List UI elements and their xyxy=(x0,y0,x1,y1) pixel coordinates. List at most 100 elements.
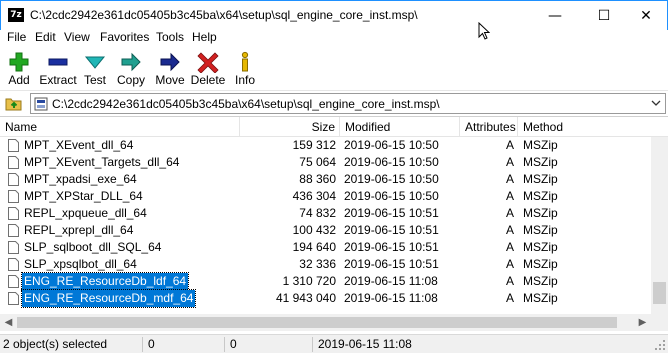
file-modified: 2019-06-15 10:50 xyxy=(344,172,439,186)
address-bar: C:\2cdc2942e361dc05405b3c45ba\x64\setup\… xyxy=(0,92,668,115)
vertical-scrollbar[interactable] xyxy=(651,137,668,314)
file-attributes: A xyxy=(505,291,514,305)
file-name: MPT_XEvent_dll_64 xyxy=(24,138,134,152)
column-method[interactable]: Method xyxy=(518,117,651,137)
file-icon xyxy=(8,139,19,152)
close-button[interactable]: ✕ xyxy=(623,1,668,31)
file-method: MSZip xyxy=(523,172,558,186)
horizontal-scroll-thumb[interactable] xyxy=(17,317,617,328)
file-modified: 2019-06-15 10:51 xyxy=(344,257,439,271)
file-method: MSZip xyxy=(523,138,558,152)
file-attributes: A xyxy=(505,138,514,152)
file-size: 159 312 xyxy=(292,138,336,152)
column-size[interactable]: Size xyxy=(240,117,340,137)
file-attributes: A xyxy=(505,206,514,220)
table-row[interactable]: REPL_xpqueue_dll_64 74 832 2019-06-15 10:5… xyxy=(0,205,650,222)
scrollbar-corner xyxy=(651,314,668,331)
resize-grip-icon[interactable] xyxy=(654,339,666,351)
menu-file[interactable]: File xyxy=(7,30,26,44)
file-icon xyxy=(8,173,19,186)
column-attributes[interactable]: Attributes xyxy=(460,117,518,137)
column-modified[interactable]: Modified xyxy=(340,117,460,137)
move-button[interactable]: Move xyxy=(153,47,187,91)
file-modified: 2019-06-15 11:08 xyxy=(344,274,438,288)
info-icon xyxy=(241,51,249,72)
file-modified: 2019-06-15 11:08 xyxy=(344,291,438,305)
table-row[interactable]: MPT_xpadsi_exe_64 88 360 2019-06-15 10:50 A… xyxy=(0,171,650,188)
copy-icon xyxy=(121,52,141,72)
status-selection: 2 object(s) selected xyxy=(0,337,143,352)
status-packed-size: 0 xyxy=(227,337,313,352)
table-row[interactable]: MPT_XPStar_DLL_64 436 304 2019-06-15 10:50… xyxy=(0,188,650,205)
file-icon xyxy=(8,224,19,237)
file-attributes: A xyxy=(505,189,514,203)
table-row[interactable]: SLP_sqlboot_dll_SQL_64 194 640 2019-06-15 … xyxy=(0,239,650,256)
path-input[interactable]: C:\2cdc2942e361dc05405b3c45ba\x64\setup\… xyxy=(30,93,666,114)
file-size: 88 360 xyxy=(299,172,336,186)
table-row[interactable]: ENG_RE_ResourceDb_ldf_64 1 310 720 2019-06… xyxy=(0,272,650,291)
scroll-right-icon[interactable]: ▶ xyxy=(634,314,651,331)
file-method: MSZip xyxy=(523,274,558,288)
file-method: MSZip xyxy=(523,257,558,271)
file-attributes: A xyxy=(505,240,514,254)
file-name: REPL_xpqueue_dll_64 xyxy=(24,206,147,220)
menu-favorites[interactable]: Favorites xyxy=(100,30,149,44)
menu-tools[interactable]: Tools xyxy=(156,30,184,44)
extract-icon xyxy=(48,58,68,66)
table-row[interactable]: MPT_XEvent_dll_64 159 312 2019-06-15 10:50… xyxy=(0,137,650,154)
file-name: SLP_sqlboot_dll_SQL_64 xyxy=(24,240,162,254)
file-icon xyxy=(8,241,19,254)
extract-button[interactable]: Extract xyxy=(38,47,78,91)
file-size: 194 640 xyxy=(292,240,336,254)
file-name: SLP_xpsqlbot_dll_64 xyxy=(24,257,137,271)
info-button[interactable]: Info xyxy=(232,47,258,91)
table-row[interactable]: REPL_xprepl_dll_64 100 432 2019-06-15 10:5… xyxy=(0,222,650,239)
file-name: ENG_RE_ResourceDb_mdf_64 xyxy=(20,289,197,308)
file-attributes: A xyxy=(505,274,514,288)
file-name: MPT_XPStar_DLL_64 xyxy=(24,189,143,203)
file-method: MSZip xyxy=(523,223,558,237)
app-icon: 7z xyxy=(8,8,24,22)
file-name: MPT_XEvent_Targets_dll_64 xyxy=(24,155,180,169)
menu-view[interactable]: View xyxy=(64,30,90,44)
file-method: MSZip xyxy=(523,206,558,220)
file-attributes: A xyxy=(505,257,514,271)
file-icon xyxy=(8,275,19,288)
file-method: MSZip xyxy=(523,291,558,305)
file-attributes: A xyxy=(505,172,514,186)
file-modified: 2019-06-15 10:51 xyxy=(344,223,439,237)
file-icon xyxy=(8,207,19,220)
minimize-button[interactable]: — xyxy=(532,1,578,31)
column-header: Name Size Modified Attributes Method xyxy=(0,117,668,137)
file-name: MPT_xpadsi_exe_64 xyxy=(24,172,137,186)
column-name[interactable]: Name xyxy=(0,117,240,137)
file-attributes: A xyxy=(505,155,514,169)
maximize-button[interactable]: ☐ xyxy=(581,1,627,31)
table-row[interactable]: MPT_XEvent_Targets_dll_64 75 064 2019-06-1… xyxy=(0,154,650,171)
file-size: 41 943 040 xyxy=(275,291,336,305)
file-size: 75 064 xyxy=(299,155,336,169)
folder-up-icon[interactable] xyxy=(5,95,22,111)
vertical-scroll-thumb[interactable] xyxy=(653,282,666,304)
move-icon xyxy=(160,52,180,72)
file-size: 100 432 xyxy=(292,223,336,237)
menu-edit[interactable]: Edit xyxy=(35,30,56,44)
scroll-left-icon[interactable]: ◀ xyxy=(0,314,17,331)
file-icon xyxy=(8,258,19,271)
file-method: MSZip xyxy=(523,240,558,254)
file-method: MSZip xyxy=(523,155,558,169)
table-row[interactable]: ENG_RE_ResourceDb_mdf_64 41 943 040 2019-0… xyxy=(0,289,650,308)
add-button[interactable]: Add xyxy=(2,47,36,91)
chevron-down-icon[interactable] xyxy=(649,96,663,110)
file-attributes: A xyxy=(505,223,514,237)
horizontal-scrollbar[interactable]: ◀ ▶ xyxy=(0,314,651,331)
file-icon xyxy=(8,156,19,169)
menu-help[interactable]: Help xyxy=(192,30,217,44)
table-row[interactable]: SLP_xpsqlbot_dll_64 32 336 2019-06-15 10:5… xyxy=(0,256,650,273)
copy-button[interactable]: Copy xyxy=(114,47,148,91)
delete-button[interactable]: Delete xyxy=(190,47,226,91)
file-modified: 2019-06-15 10:50 xyxy=(344,189,439,203)
file-size: 436 304 xyxy=(292,189,336,203)
test-button[interactable]: Test xyxy=(80,47,110,91)
file-method: MSZip xyxy=(523,189,558,203)
